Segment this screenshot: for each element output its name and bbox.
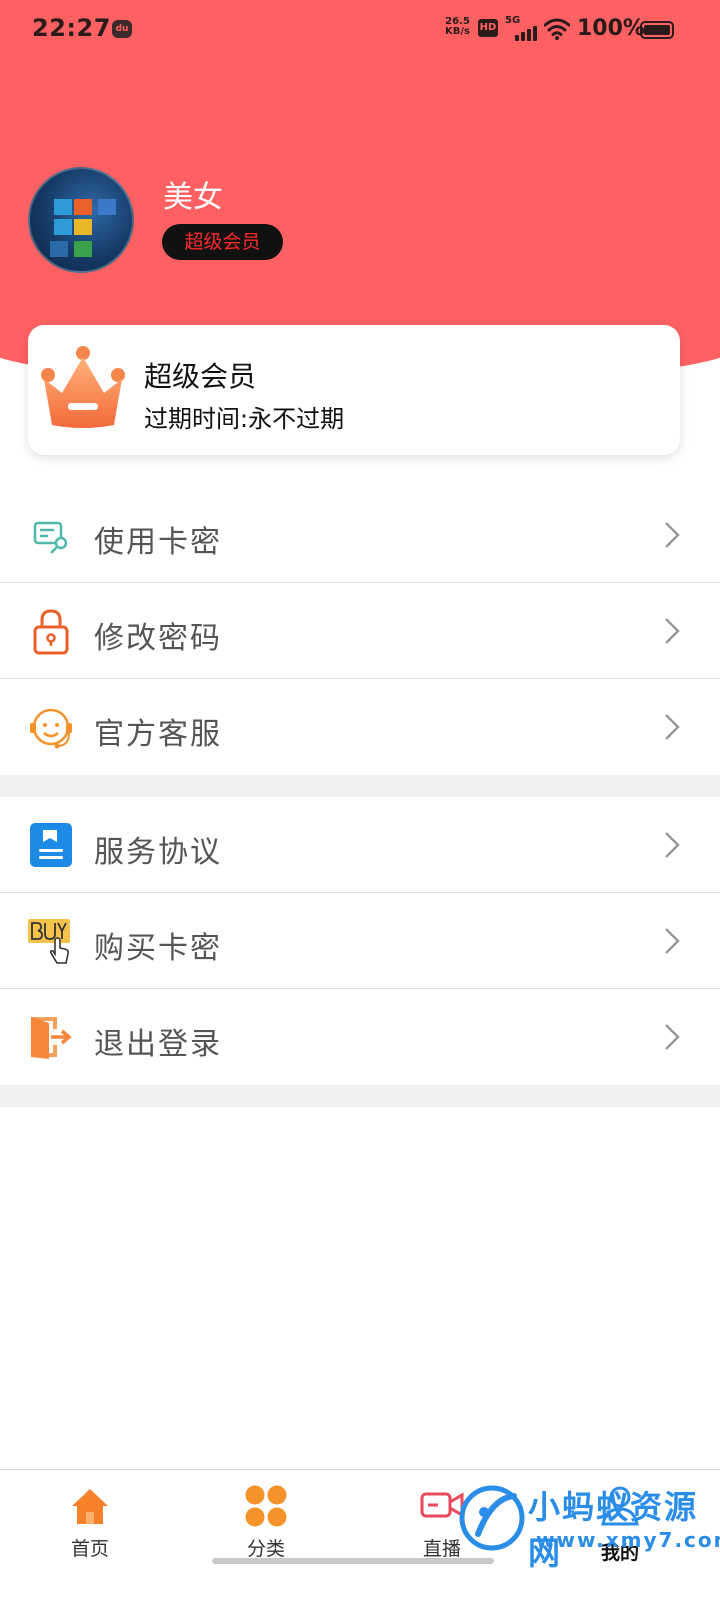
chevron-right-icon bbox=[665, 522, 680, 548]
chevron-right-icon bbox=[665, 714, 680, 740]
menu-label: 购买卡密 bbox=[94, 931, 222, 966]
watermark-logo bbox=[459, 1485, 525, 1551]
watermark: 小蚂蚁资源网 www.xmy7.com bbox=[458, 1476, 720, 1572]
network-speed-unit: KB/s bbox=[445, 26, 470, 37]
nav-tab-category[interactable]: 分类 bbox=[176, 1470, 356, 1570]
username: 美女 bbox=[163, 180, 223, 215]
card-key-icon bbox=[33, 521, 68, 554]
menu-group-other: 服务协议 购买卡密 退出登录 bbox=[0, 797, 720, 1085]
network-type: 5G bbox=[505, 15, 521, 26]
chevron-right-icon bbox=[665, 618, 680, 644]
chevron-right-icon bbox=[665, 832, 680, 858]
menu-label: 官方客服 bbox=[94, 717, 222, 752]
status-bar: 22:27 du 26.5 KB/s HD 5G 100% bbox=[0, 0, 720, 60]
customer-service-icon bbox=[30, 708, 72, 749]
section-divider bbox=[0, 775, 720, 797]
menu-item-service-agreement[interactable]: 服务协议 bbox=[0, 797, 720, 893]
vip-badge: 超级会员 bbox=[162, 224, 283, 260]
nav-label: 首页 bbox=[70, 1538, 109, 1560]
home-icon bbox=[72, 1489, 108, 1524]
status-time: 22:27 bbox=[32, 14, 111, 42]
crown-icon bbox=[41, 346, 125, 428]
menu-label: 使用卡密 bbox=[94, 525, 222, 560]
lock-icon bbox=[33, 609, 69, 655]
chevron-right-icon bbox=[665, 1024, 680, 1050]
avatar[interactable] bbox=[28, 167, 134, 273]
membership-card[interactable]: 超级会员 过期时间:永不过期 bbox=[28, 325, 680, 455]
buy-icon bbox=[28, 919, 70, 964]
nav-tab-home[interactable]: 首页 bbox=[0, 1470, 180, 1570]
cellular-signal-icon: 5G bbox=[505, 15, 537, 41]
menu-item-logout[interactable]: 退出登录 bbox=[0, 989, 720, 1085]
menu-group-account: 使用卡密 修改密码 官方客服 bbox=[0, 487, 720, 775]
network-speed: 26.5 KB/s bbox=[445, 17, 470, 37]
app-notification-icon: du bbox=[112, 20, 132, 38]
menu-item-buy-card-key[interactable]: 购买卡密 bbox=[0, 893, 720, 989]
menu-label: 服务协议 bbox=[94, 835, 222, 870]
menu-label: 修改密码 bbox=[94, 621, 222, 656]
chevron-right-icon bbox=[665, 928, 680, 954]
menu-label: 退出登录 bbox=[94, 1027, 222, 1062]
wifi-icon bbox=[544, 18, 570, 40]
card-expire-text: 过期时间:永不过期 bbox=[144, 405, 345, 433]
battery-icon bbox=[640, 21, 674, 39]
nav-label: 分类 bbox=[246, 1538, 285, 1560]
hd-icon: HD bbox=[478, 19, 498, 37]
card-title: 超级会员 bbox=[144, 360, 257, 393]
home-indicator[interactable] bbox=[212, 1558, 494, 1564]
logout-icon bbox=[31, 1017, 72, 1059]
menu-item-customer-service[interactable]: 官方客服 bbox=[0, 679, 720, 775]
section-divider bbox=[0, 1085, 720, 1107]
menu-item-use-card-key[interactable]: 使用卡密 bbox=[0, 487, 720, 583]
menu-item-change-password[interactable]: 修改密码 bbox=[0, 583, 720, 679]
battery-percentage: 100% bbox=[577, 16, 645, 41]
watermark-url: www.xmy7.com bbox=[536, 1528, 720, 1552]
category-icon bbox=[245, 1485, 287, 1527]
agreement-icon bbox=[30, 823, 72, 867]
